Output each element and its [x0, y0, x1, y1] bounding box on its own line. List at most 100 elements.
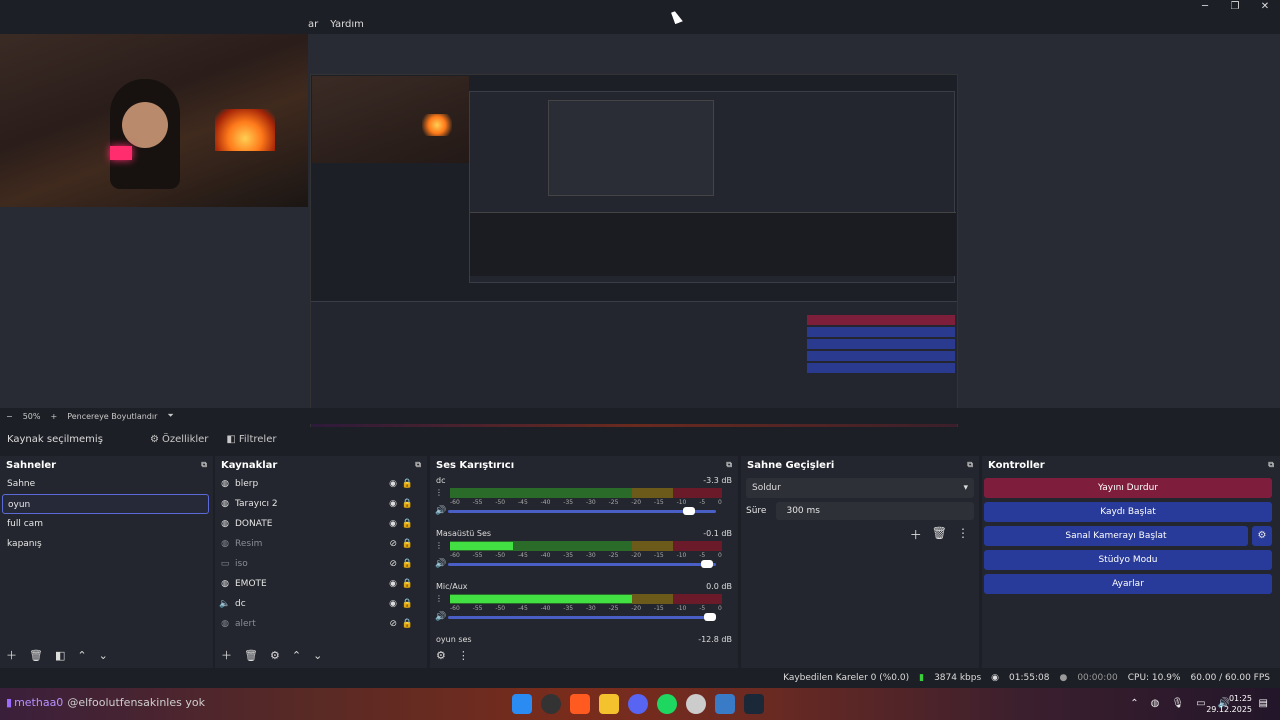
source-item[interactable]: ◍ alert ⊘ 🔒 [215, 614, 427, 634]
lock-icon[interactable]: 🔒 [402, 599, 413, 609]
source-item[interactable]: ◍ EMOTE ◉ 🔒 [215, 574, 427, 594]
transition-select[interactable]: Soldur ▾ [746, 478, 974, 498]
source-item[interactable]: ◍ Resim ⊘ 🔒 [215, 534, 427, 554]
start-recording-button[interactable]: Kaydı Başlat [984, 502, 1272, 522]
mixer-menu-icon[interactable]: ⋮ [458, 649, 469, 662]
transition-menu-icon[interactable]: ⋮ [957, 526, 969, 543]
properties-button[interactable]: ⚙ Özellikler [150, 434, 208, 445]
source-item[interactable]: 🔈 dc ◉ 🔒 [215, 594, 427, 614]
zoom-mode-dropdown-icon[interactable]: ⏷ [167, 411, 173, 421]
advanced-audio-icon[interactable]: ⚙ [436, 649, 446, 662]
preview-canvas[interactable] [0, 34, 1280, 438]
clock[interactable]: 01:25 29.12.2025 [1206, 693, 1252, 715]
source-item[interactable]: ◍ blerp ◉ 🔒 [215, 474, 427, 494]
volume-icon[interactable]: 🔊 [435, 506, 446, 516]
stop-stream-button[interactable]: Yayını Durdur [984, 478, 1272, 498]
mic-icon[interactable]: 🎙 [1171, 698, 1184, 709]
lock-icon[interactable]: 🔒 [402, 579, 413, 589]
lock-icon[interactable]: 🔒 [402, 519, 413, 529]
discord-icon[interactable] [628, 694, 648, 714]
channel-menu-icon[interactable]: ⋮ [435, 594, 443, 603]
windows-start-icon[interactable] [512, 694, 532, 714]
move-up-icon[interactable]: ⌃ [77, 649, 86, 662]
scale-tick: -40 [540, 499, 551, 506]
zoom-mode-label[interactable]: Pencereye Boyutlandır [67, 412, 157, 421]
undock-icon[interactable]: ⧉ [1268, 460, 1274, 470]
zoom-in-button[interactable]: + [50, 412, 57, 421]
move-down-icon[interactable]: ⌄ [313, 649, 322, 662]
spotify-icon[interactable] [657, 694, 677, 714]
scene-item[interactable]: oyun [2, 494, 209, 514]
volume-knob[interactable] [701, 560, 714, 568]
lock-icon[interactable]: 🔒 [402, 559, 413, 569]
move-down-icon[interactable]: ⌄ [99, 649, 108, 662]
zoom-out-button[interactable]: − [6, 412, 13, 421]
eye-icon[interactable]: ◉ [389, 499, 397, 509]
lock-icon[interactable]: 🔒 [402, 479, 413, 489]
source-properties-icon[interactable]: ⚙ [270, 649, 280, 662]
undock-icon[interactable]: ⧉ [967, 460, 973, 470]
remove-transition-icon[interactable]: 🗑 [932, 526, 947, 543]
close-button[interactable]: ✕ [1250, 0, 1280, 14]
eye-icon[interactable]: ◉ [389, 519, 397, 529]
lock-icon[interactable]: 🔒 [402, 619, 413, 629]
scene-item[interactable]: kapanış [0, 534, 213, 554]
volume-slider[interactable] [448, 560, 716, 568]
steam-tray-icon[interactable]: ◍ [1151, 698, 1160, 709]
remove-source-icon[interactable]: 🗑 [244, 649, 258, 662]
gear-icon[interactable]: ⚙ [1252, 526, 1272, 546]
source-item[interactable]: ◍ DONATE ◉ 🔒 [215, 514, 427, 534]
studio-mode-button[interactable]: Stüdyo Modu [984, 550, 1272, 570]
volume-knob[interactable] [704, 613, 716, 621]
settings-app-icon[interactable] [686, 694, 706, 714]
volume-knob[interactable] [682, 507, 695, 515]
channel-menu-icon[interactable]: ⋮ [435, 488, 443, 497]
scene-item[interactable]: Sahne [0, 474, 213, 494]
remove-scene-icon[interactable]: 🗑 [29, 649, 43, 662]
steam-icon[interactable] [744, 694, 764, 714]
volume-slider[interactable] [448, 613, 716, 621]
eye-hidden-icon[interactable]: ⊘ [389, 619, 397, 629]
move-up-icon[interactable]: ⌃ [292, 649, 301, 662]
undock-icon[interactable]: ⧉ [415, 460, 421, 470]
undock-icon[interactable]: ⧉ [201, 460, 207, 470]
source-item[interactable]: ◍ Tarayıcı 2 ◉ 🔒 [215, 494, 427, 514]
duration-field[interactable]: 300 ms [776, 502, 974, 520]
add-transition-icon[interactable]: ＋ [910, 526, 922, 543]
notification-icon[interactable]: ▤ [1259, 698, 1268, 709]
scene-filters-icon[interactable]: ◧ [55, 649, 65, 662]
virtual-camera-button[interactable]: Sanal Kamerayı Başlat [984, 526, 1248, 546]
webcam-feed [0, 34, 308, 207]
scene-item[interactable]: full cam [0, 514, 213, 534]
volume-icon[interactable]: 🔊 [435, 559, 446, 569]
menu-item-tools[interactable]: ar [308, 19, 318, 30]
menu-item-help[interactable]: Yardım [330, 19, 364, 30]
minimize-button[interactable]: ─ [1190, 0, 1220, 14]
maximize-button[interactable]: ❐ [1220, 0, 1250, 14]
volume-slider[interactable] [448, 507, 716, 515]
eye-hidden-icon[interactable]: ⊘ [389, 559, 397, 569]
no-source-label: Kaynak seçilmemiş [7, 433, 103, 445]
folder-icon[interactable] [599, 694, 619, 714]
add-source-icon[interactable]: ＋ [221, 647, 232, 663]
eye-hidden-icon[interactable]: ⊘ [389, 539, 397, 549]
window-app-icon[interactable] [715, 694, 735, 714]
chevron-up-icon[interactable]: ⌃ [1130, 698, 1138, 709]
channel-menu-icon[interactable]: ⋮ [435, 541, 443, 550]
source-item[interactable]: ▭ iso ⊘ 🔒 [215, 554, 427, 574]
lock-icon[interactable]: 🔒 [402, 539, 413, 549]
lock-icon[interactable]: 🔒 [402, 499, 413, 509]
volume-icon[interactable]: 🔊 [435, 612, 446, 622]
signal-icon: ▮ [919, 673, 925, 683]
obs-icon[interactable] [541, 694, 561, 714]
network-icon[interactable]: ▭ [1196, 698, 1205, 709]
stream-icon: ◉ [991, 673, 1000, 683]
add-scene-icon[interactable]: ＋ [6, 647, 17, 663]
eye-icon[interactable]: ◉ [389, 479, 397, 489]
filters-button[interactable]: ◧ Filtreler [226, 434, 276, 445]
brave-icon[interactable] [570, 694, 590, 714]
settings-button[interactable]: Ayarlar [984, 574, 1272, 594]
undock-icon[interactable]: ⧉ [726, 460, 732, 470]
eye-icon[interactable]: ◉ [389, 579, 397, 589]
eye-icon[interactable]: ◉ [389, 599, 397, 609]
